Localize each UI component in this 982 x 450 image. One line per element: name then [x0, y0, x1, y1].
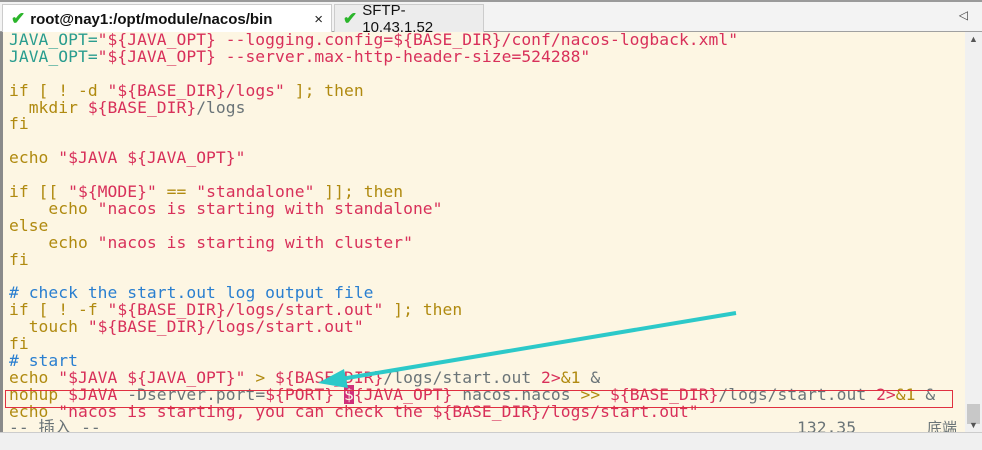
- code-token: ]; then: [383, 300, 463, 320]
- tab-label: root@nay1:/opt/module/nacos/bin: [30, 10, 273, 28]
- code-line: fi: [9, 335, 965, 353]
- code-token: "${BASE_DIR}/logs/start.out": [87, 317, 364, 337]
- code-token: "nacos is starting with cluster": [97, 232, 413, 252]
- code-line: echo "nacos is starting with cluster": [9, 232, 965, 252]
- check-icon: ✔: [11, 9, 26, 28]
- code-token: /logs/start.out: [718, 384, 877, 404]
- tab-sftp[interactable]: ✔ SFTP-10.43.1.52: [334, 2, 484, 36]
- tab-scroll-left-icon[interactable]: ◁: [959, 8, 968, 22]
- code-line: fi: [9, 251, 965, 269]
- code-token: JAVA_OPT=: [9, 46, 98, 66]
- vertical-scrollbar[interactable]: ▲ ▼: [965, 32, 982, 432]
- code-line: touch "${BASE_DIR}/logs/start.out": [9, 317, 965, 337]
- code-token: ${BASE_DIR}: [87, 97, 197, 117]
- code-token: 2>: [876, 384, 896, 404]
- code-token: "$JAVA ${JAVA_OPT}": [58, 148, 246, 168]
- code-token: "${JAVA_OPT} --server.max-http-header-si…: [97, 46, 591, 66]
- scroll-down-icon[interactable]: ▼: [969, 420, 978, 430]
- code-line: mkdir ${BASE_DIR}/logs: [9, 97, 965, 117]
- scroll-up-icon[interactable]: ▲: [969, 34, 978, 44]
- code-token: &: [915, 384, 936, 404]
- code-token: /logs: [196, 97, 246, 117]
- bottom-bar: [0, 432, 982, 450]
- code-token: ]; then: [284, 80, 364, 100]
- code-line: JAVA_OPT="${JAVA_OPT} --server.max-http-…: [9, 46, 965, 66]
- code-token: "nacos is starting with standalone": [97, 198, 443, 218]
- code-token: "nacos is starting, you can check the ${…: [58, 401, 699, 421]
- code-token: &1: [895, 384, 916, 404]
- tab-ssh-session[interactable]: ✔ root@nay1:/opt/module/nacos/bin ×: [2, 4, 332, 33]
- check-icon: ✔: [343, 9, 358, 28]
- code-line: echo "nacos is starting with standalone": [9, 198, 965, 218]
- code-line: fi: [9, 116, 965, 133]
- close-icon[interactable]: ×: [314, 11, 323, 28]
- tab-bar: ✔ root@nay1:/opt/module/nacos/bin × ✔ SF…: [0, 0, 982, 36]
- code-line: echo "$JAVA ${JAVA_OPT}": [9, 148, 965, 168]
- terminal-vim-editor[interactable]: JAVA_OPT="${JAVA_OPT} --logging.config=$…: [0, 31, 965, 437]
